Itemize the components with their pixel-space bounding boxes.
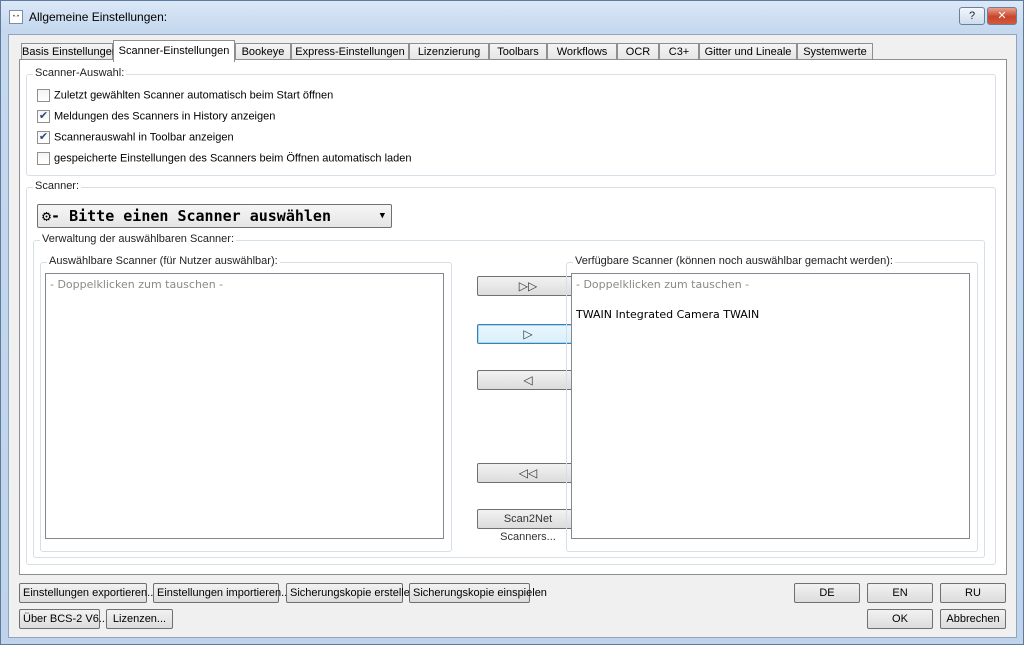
list-hint: - Doppelklicken zum tauschen -	[50, 278, 224, 291]
available-scanners-title: Verfügbare Scanner (können noch auswählb…	[573, 255, 895, 267]
selectable-scanners-title: Auswählbare Scanner (für Nutzer auswählb…	[47, 255, 280, 267]
cancel-button[interactable]: Abbrechen	[940, 609, 1006, 629]
option-auto-open-last-scanner[interactable]: Zuletzt gewählten Scanner automatisch be…	[37, 89, 333, 105]
title-bar[interactable]: •·• Allgemeine Einstellungen: ? ✕	[1, 1, 1023, 35]
option-label: gespeicherte Einstellungen des Scanners …	[54, 152, 412, 165]
option-label: Scannerauswahl in Toolbar anzeigen	[54, 131, 234, 144]
chevron-down-icon: ▼	[379, 211, 385, 221]
language-en-button[interactable]: EN	[867, 583, 933, 603]
scanner-combo[interactable]: ⚙- Bitte einen Scanner auswählen ▼	[37, 204, 392, 228]
scanner-group: Scanner: ⚙- Bitte einen Scanner auswähle…	[26, 180, 996, 565]
checkbox-history-messages[interactable]: ✔	[37, 110, 50, 123]
move-all-right-button[interactable]: ▷▷	[477, 276, 579, 296]
close-button[interactable]: ✕	[987, 7, 1017, 25]
scanner-management-group: Verwaltung der auswählbaren Scanner: Aus…	[33, 233, 985, 558]
restore-backup-button[interactable]: Sicherungskopie einspielen	[409, 583, 547, 603]
app-icon: •·•	[9, 10, 23, 24]
checkbox-auto-open[interactable]	[37, 89, 50, 102]
scanner-group-title: Scanner:	[33, 180, 82, 192]
available-scanners-group: Verfügbare Scanner (können noch auswählb…	[566, 255, 978, 552]
language-ru-button[interactable]: RU	[940, 583, 1006, 603]
licenses-button[interactable]: Lizenzen...	[106, 609, 173, 629]
move-all-left-button[interactable]: ◁◁	[477, 463, 579, 483]
checkbox-auto-load-settings[interactable]	[37, 152, 50, 165]
available-scanners-list[interactable]: - Doppelklicken zum tauschen - TWAIN Int…	[571, 273, 970, 539]
selectable-scanners-list[interactable]: - Doppelklicken zum tauschen -	[45, 273, 444, 539]
selectable-scanners-group: Auswählbare Scanner (für Nutzer auswählb…	[40, 255, 452, 552]
option-label: Meldungen des Scanners in History anzeig…	[54, 110, 276, 123]
scan2net-scanners-button[interactable]: Scan2Net Scanners...	[477, 509, 579, 543]
ok-button[interactable]: OK	[867, 609, 933, 629]
move-right-button[interactable]: ▷	[477, 324, 579, 344]
window-title: Allgemeine Einstellungen:	[29, 10, 168, 24]
dialog-body: Basis Einstellungen Scanner-Einstellunge…	[8, 34, 1017, 638]
about-button[interactable]: Über BCS-2 V6...	[19, 609, 108, 629]
export-settings-button[interactable]: Einstellungen exportieren...	[19, 583, 156, 603]
option-label: Zuletzt gewählten Scanner automatisch be…	[54, 89, 334, 102]
help-button[interactable]: ?	[959, 7, 985, 25]
option-auto-load-settings[interactable]: gespeicherte Einstellungen des Scanners …	[37, 152, 412, 168]
scanner-selection-group: Scanner-Auswahl: Zuletzt gewählten Scann…	[26, 67, 996, 176]
move-left-button[interactable]: ◁	[477, 370, 579, 390]
list-item[interactable]: TWAIN Integrated Camera TWAIN	[576, 308, 759, 321]
option-toolbar-selection[interactable]: ✔ Scannerauswahl in Toolbar anzeigen	[37, 131, 234, 147]
import-settings-button[interactable]: Einstellungen importieren...	[153, 583, 290, 603]
create-backup-button[interactable]: Sicherungskopie erstellen	[286, 583, 416, 603]
scanner-settings-panel: Scanner-Auswahl: Zuletzt gewählten Scann…	[19, 59, 1007, 575]
scanner-management-title: Verwaltung der auswählbaren Scanner:	[40, 233, 237, 245]
list-hint: - Doppelklicken zum tauschen -	[576, 278, 750, 291]
option-history-messages[interactable]: ✔ Meldungen des Scanners in History anzei…	[37, 110, 275, 126]
scanner-selection-title: Scanner-Auswahl:	[33, 67, 127, 79]
checkbox-toolbar-selection[interactable]: ✔	[37, 131, 50, 144]
tab-scanner-einstellungen[interactable]: Scanner-Einstellungen	[113, 40, 235, 62]
scanner-combo-value: - Bitte einen Scanner auswählen	[51, 207, 331, 225]
gear-icon: ⚙	[42, 207, 52, 225]
language-de-button[interactable]: DE	[794, 583, 860, 603]
settings-dialog: •·• Allgemeine Einstellungen: ? ✕ Basis …	[0, 0, 1024, 645]
